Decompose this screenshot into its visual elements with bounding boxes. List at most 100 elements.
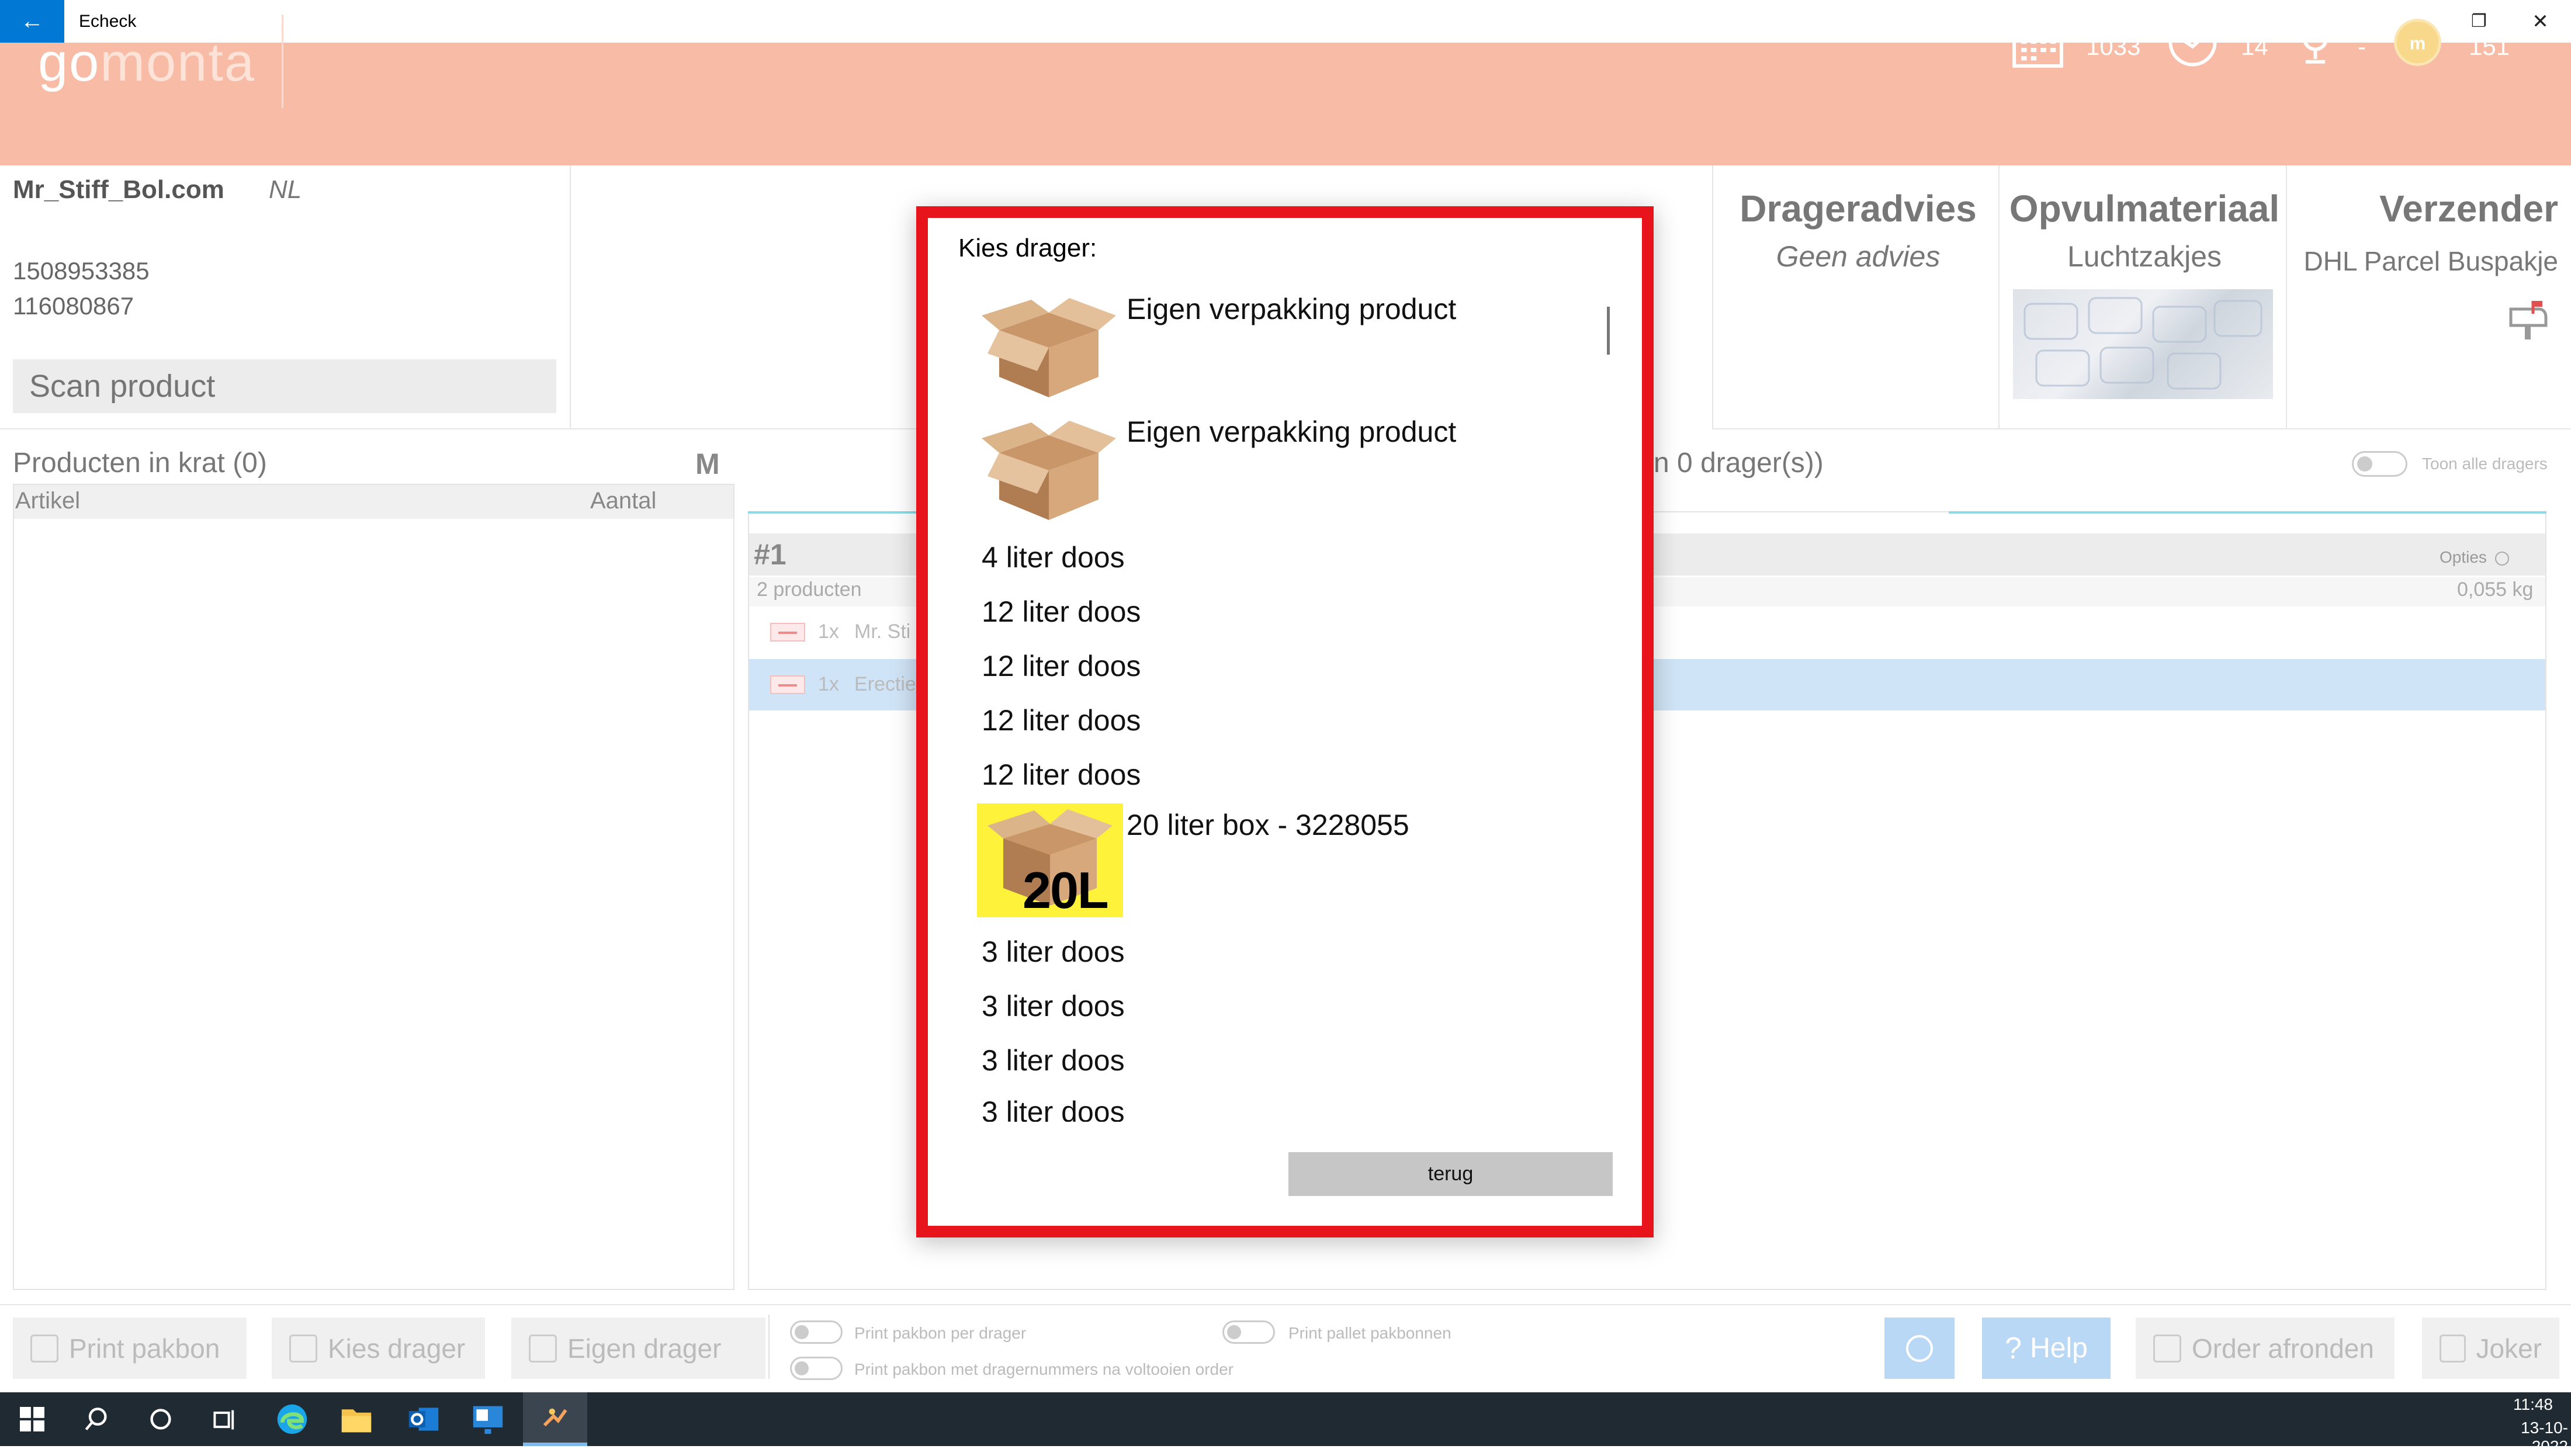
box-icon bbox=[529, 1334, 557, 1363]
echeck-taskbar-button[interactable] bbox=[523, 1392, 587, 1446]
remote-desktop-button[interactable] bbox=[456, 1392, 520, 1446]
divider bbox=[570, 165, 571, 428]
folder-icon bbox=[341, 1409, 372, 1433]
clock-icon bbox=[2168, 18, 2217, 67]
drageradvies-title: Drageradvies bbox=[1740, 188, 1977, 230]
logo-part-go: go bbox=[38, 33, 101, 92]
carrier-option-label[interactable]: 12 liter doos bbox=[982, 649, 1141, 683]
order-afronden-label: Order afronden bbox=[2192, 1333, 2374, 1364]
help-button[interactable]: ? Help bbox=[1982, 1318, 2111, 1379]
back-arrow-icon: ← bbox=[20, 8, 44, 34]
line-product-name: Erectie bbox=[854, 673, 916, 695]
joker-card-icon bbox=[2440, 1334, 2466, 1363]
svg-text:m: m bbox=[2410, 33, 2426, 53]
remote-desktop-icon bbox=[473, 1406, 503, 1434]
show-all-carriers-toggle[interactable] bbox=[2352, 451, 2407, 477]
kies-drager-label: Kies drager bbox=[328, 1333, 466, 1364]
gomonta-logo: gomonta bbox=[38, 32, 255, 93]
joker-label: Joker bbox=[2476, 1333, 2542, 1364]
order-customer-name: Mr_Stiff_Bol.com bbox=[13, 175, 224, 204]
box-20l-icon: 20L bbox=[977, 803, 1123, 919]
order-afronden-button[interactable]: Order afronden bbox=[2136, 1318, 2395, 1379]
print-per-drager-label: Print pakbon per drager bbox=[854, 1324, 1027, 1342]
print-pakbon-button[interactable]: Print pakbon bbox=[13, 1318, 247, 1379]
options-button[interactable]: Opties bbox=[2440, 542, 2533, 573]
outlook-icon bbox=[408, 1408, 439, 1431]
stopwatch-icon bbox=[1906, 1334, 1933, 1362]
timer-button[interactable] bbox=[1884, 1318, 1955, 1379]
cortana-icon bbox=[150, 1409, 171, 1430]
coin-icon: m bbox=[2394, 19, 2441, 66]
dialog-title: Kies drager: bbox=[958, 234, 1097, 262]
joker-button[interactable]: Joker bbox=[2422, 1318, 2559, 1379]
line-quantity: 1x bbox=[818, 673, 839, 695]
carrier-option-label[interactable]: 12 liter doos bbox=[982, 758, 1141, 792]
search-icon bbox=[85, 1408, 107, 1431]
calendar-icon bbox=[2012, 19, 2063, 68]
kies-drager-button[interactable]: Kies drager bbox=[272, 1318, 485, 1379]
box-icon bbox=[982, 421, 1116, 520]
edge-icon bbox=[277, 1404, 307, 1434]
close-button[interactable]: ✕ bbox=[2510, 0, 2571, 43]
drageradvies-value: Geen advies bbox=[1776, 240, 1941, 273]
drager-number: #1 bbox=[754, 538, 786, 571]
carrier-option-label[interactable]: 12 liter doos bbox=[982, 595, 1141, 629]
divider bbox=[0, 428, 923, 429]
echeck-app-icon bbox=[543, 1408, 567, 1427]
scan-product-input[interactable] bbox=[13, 359, 556, 413]
cortana-button[interactable] bbox=[129, 1392, 193, 1446]
logo-part-monta: monta bbox=[100, 33, 256, 92]
verzender-title: Verzender bbox=[2379, 188, 2558, 230]
outlook-button[interactable] bbox=[391, 1392, 456, 1446]
eigen-drager-button[interactable]: Eigen drager bbox=[511, 1318, 765, 1379]
print-per-drager-toggle[interactable] bbox=[790, 1320, 843, 1344]
divider bbox=[768, 1315, 770, 1379]
products-panel-title: Producten in krat (0) bbox=[13, 448, 267, 479]
order-country: NL bbox=[269, 175, 302, 204]
opvulmateriaal-value: Luchtzakjes bbox=[2067, 240, 2222, 273]
print-dragernummers-toggle[interactable] bbox=[790, 1357, 843, 1380]
dialog-scrollbar[interactable] bbox=[1607, 307, 1610, 355]
windows-start-button[interactable] bbox=[0, 1392, 64, 1446]
windows-logo-icon bbox=[20, 1407, 44, 1431]
carrier-option-label[interactable]: 20 liter box - 3228055 bbox=[1127, 808, 1409, 842]
remove-line-button[interactable] bbox=[770, 675, 805, 694]
order-number-2: 116080867 bbox=[13, 292, 134, 320]
back-button-terug[interactable]: terug bbox=[1288, 1152, 1613, 1196]
carrier-option-label[interactable]: Eigen verpakking product bbox=[1127, 415, 1456, 449]
carrier-option-label[interactable]: 3 liter doos bbox=[982, 1044, 1125, 1077]
carrier-option-label[interactable]: Eigen verpakking product bbox=[1127, 292, 1456, 326]
file-explorer-button[interactable] bbox=[324, 1392, 389, 1446]
box-icon bbox=[982, 298, 1116, 397]
carrier-option-label[interactable]: 3 liter doos bbox=[982, 935, 1125, 969]
taskbar-clock-time[interactable]: 11:48 bbox=[2510, 1395, 2556, 1414]
stat-trophy-value: - bbox=[2358, 33, 2366, 60]
search-button[interactable] bbox=[64, 1392, 129, 1446]
products-table bbox=[13, 484, 734, 1290]
stat-orders-value: 1033 bbox=[2086, 33, 2141, 60]
carrier-option-label[interactable]: 4 liter doos bbox=[982, 540, 1125, 574]
print-pallet-toggle[interactable] bbox=[1222, 1320, 1275, 1344]
carrier-option-label[interactable]: 3 liter doos bbox=[982, 1095, 1566, 1122]
task-view-button[interactable] bbox=[193, 1392, 257, 1446]
stat-time-value: 14 bbox=[2241, 33, 2268, 60]
air-cushion-pattern bbox=[2023, 297, 2262, 390]
divider bbox=[1712, 428, 2571, 429]
task-view-icon bbox=[213, 1410, 234, 1430]
flag-icon bbox=[2153, 1334, 2181, 1363]
taskbar-clock-date[interactable]: 13-10-2022 bbox=[2486, 1419, 2568, 1456]
divider bbox=[1712, 165, 1713, 428]
close-icon: ✕ bbox=[2532, 10, 2549, 33]
edge-taskbar-button[interactable] bbox=[260, 1392, 324, 1446]
box-20l-badge: 20L bbox=[1023, 861, 1109, 919]
line-quantity: 1x bbox=[818, 620, 839, 643]
carrier-option-clipped: 3 liter doos bbox=[982, 1095, 1566, 1122]
remove-line-button[interactable] bbox=[770, 623, 805, 642]
box-icon bbox=[289, 1334, 317, 1363]
carrier-option-label[interactable]: 3 liter doos bbox=[982, 989, 1125, 1023]
stat-coins-value: 151 bbox=[2469, 33, 2510, 60]
carrier-option-label[interactable]: 12 liter doos bbox=[982, 703, 1141, 737]
mailbox-icon bbox=[2509, 301, 2548, 339]
help-icon: ? bbox=[2005, 1331, 2022, 1365]
show-all-carriers-label: Toon alle dragers bbox=[2422, 455, 2548, 473]
